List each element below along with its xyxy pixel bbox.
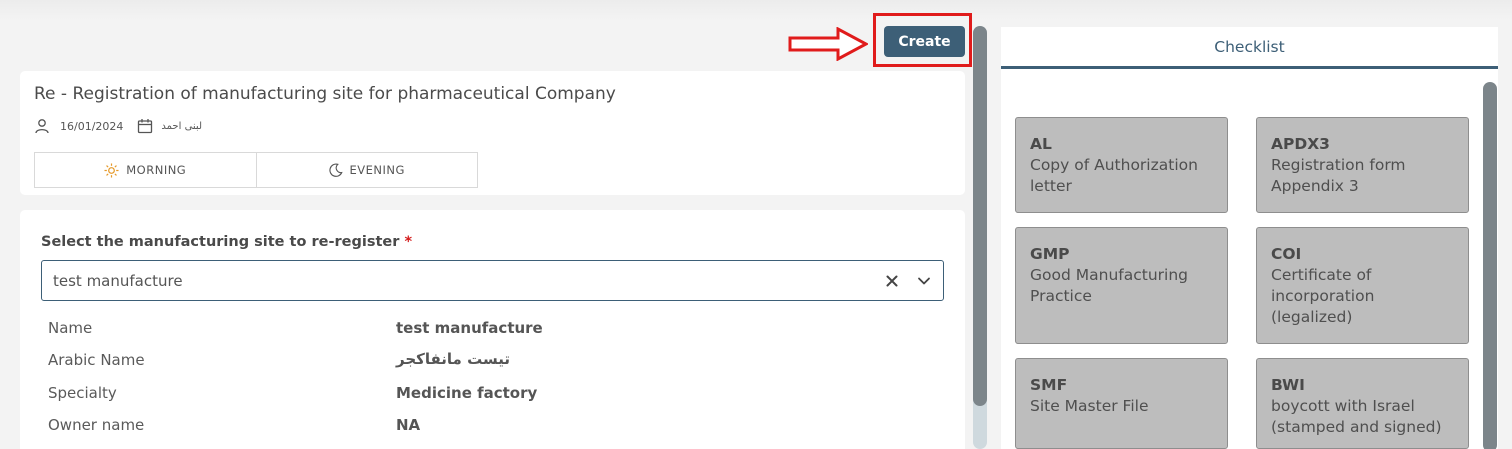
- clear-icon[interactable]: [885, 274, 899, 288]
- tab-checklist[interactable]: Checklist: [1001, 27, 1498, 69]
- detail-value-owner-name: NA: [396, 416, 421, 434]
- moon-icon: [328, 163, 343, 177]
- request-date: 16/01/2024: [60, 119, 124, 133]
- checklist-item-code: BWI: [1271, 376, 1305, 394]
- sun-icon: [104, 162, 119, 178]
- site-select[interactable]: test manufacture: [41, 260, 944, 301]
- calendar-icon: [138, 119, 153, 134]
- site-field-label-text: Select the manufacturing site to re-regi…: [41, 234, 400, 250]
- checklist-item-al[interactable]: AL Copy of Authorization letter: [1015, 117, 1228, 213]
- request-title: Re - Registration of manufacturing site …: [34, 84, 616, 104]
- checklist-item-description: Registration form Appendix 3: [1271, 156, 1406, 195]
- checklist-item-smf[interactable]: SMF Site Master File: [1015, 358, 1228, 449]
- chevron-down-icon[interactable]: [917, 276, 931, 286]
- detail-label-name: Name: [48, 319, 93, 337]
- top-shadow: [0, 0, 1512, 20]
- required-mark: *: [404, 234, 413, 250]
- main-scrollbar-thumb[interactable]: [973, 26, 987, 406]
- create-button[interactable]: Create: [884, 26, 965, 57]
- shift-option-evening[interactable]: EVENING: [255, 153, 478, 187]
- checklist-item-code: COI: [1271, 245, 1302, 263]
- checklist-item-description: Certificate of incorporation (legalized): [1271, 266, 1375, 326]
- site-field-label: Select the manufacturing site to re-regi…: [41, 234, 412, 250]
- checklist-scrollbar[interactable]: [1483, 82, 1497, 449]
- checklist-item-description: Site Master File: [1030, 397, 1149, 415]
- checklist-item-description: Copy of Authorization letter: [1030, 156, 1198, 195]
- checklist-item-code: GMP: [1030, 245, 1070, 263]
- request-user-name: لبنى احمد: [161, 120, 202, 132]
- request-meta: 16/01/2024 لبنى احمد: [34, 118, 202, 134]
- shift-toggle: MORNING EVENING: [34, 152, 478, 188]
- detail-label-specialty: Specialty: [48, 384, 117, 402]
- request-header-card: Re - Registration of manufacturing site …: [20, 71, 965, 195]
- shift-label-evening: EVENING: [349, 163, 405, 177]
- detail-value-specialty: Medicine factory: [396, 384, 538, 402]
- site-select-value: test manufacture: [53, 272, 183, 290]
- detail-value-name: test manufacture: [396, 319, 543, 337]
- shift-label-morning: MORNING: [126, 163, 187, 177]
- checklist-item-code: SMF: [1030, 376, 1068, 394]
- checklist-item-bwi[interactable]: BWI boycott with Israel (stamped and sig…: [1256, 358, 1469, 449]
- site-form-card: Select the manufacturing site to re-regi…: [20, 210, 965, 449]
- checklist-item-coi[interactable]: COI Certificate of incorporation (legali…: [1256, 227, 1469, 344]
- detail-value-arabic-name: تيست مانفاكجر: [396, 350, 510, 368]
- shift-option-morning[interactable]: MORNING: [35, 153, 256, 187]
- checklist-item-apdx3[interactable]: APDX3 Registration form Appendix 3: [1256, 117, 1469, 213]
- checklist-item-description: boycott with Israel (stamped and signed): [1271, 397, 1442, 436]
- user-icon: [35, 119, 49, 134]
- checklist-item-gmp[interactable]: GMP Good Manufacturing Practice: [1015, 227, 1228, 344]
- checklist-item-description: Good Manufacturing Practice: [1030, 266, 1188, 305]
- detail-label-owner-name: Owner name: [48, 416, 145, 434]
- checklist-item-code: AL: [1030, 135, 1052, 153]
- annotation-arrow-icon: [788, 27, 868, 61]
- detail-label-arabic-name: Arabic Name: [48, 351, 145, 369]
- checklist-item-code: APDX3: [1271, 135, 1330, 153]
